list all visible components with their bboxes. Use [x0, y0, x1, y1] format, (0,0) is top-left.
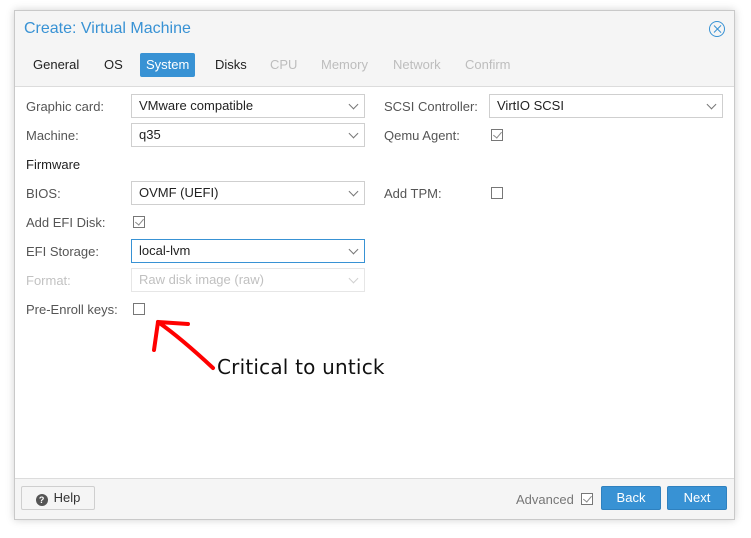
- bios-select[interactable]: OVMF (UEFI): [131, 181, 365, 205]
- efi-storage-value: local-lvm: [139, 243, 191, 258]
- bios-label: BIOS:: [26, 186, 61, 201]
- next-button[interactable]: Next: [667, 486, 727, 510]
- scsi-controller-label: SCSI Controller:: [384, 99, 478, 114]
- help-label: Help: [53, 490, 81, 505]
- tab-confirm: Confirm: [465, 57, 511, 72]
- advanced-label: Advanced: [516, 492, 574, 507]
- advanced-checkbox[interactable]: [581, 493, 593, 505]
- chevron-down-icon[interactable]: [348, 99, 359, 110]
- add-efi-disk-checkbox[interactable]: [133, 216, 145, 228]
- dialog-footer: ? Help Advanced Back Next: [15, 478, 734, 519]
- chevron-down-icon[interactable]: [348, 186, 359, 197]
- scsi-controller-value: VirtIO SCSI: [497, 98, 564, 113]
- machine-value: q35: [139, 127, 161, 142]
- graphic-card-select[interactable]: VMware compatible: [131, 94, 365, 118]
- qemu-agent-checkbox[interactable]: [491, 129, 503, 141]
- dialog-title: Create: Virtual Machine: [24, 20, 191, 37]
- firmware-heading: Firmware: [26, 157, 81, 172]
- tab-general[interactable]: General: [27, 53, 85, 77]
- tab-disks[interactable]: Disks: [209, 53, 253, 77]
- efi-storage-select[interactable]: local-lvm: [131, 239, 365, 263]
- scsi-controller-select[interactable]: VirtIO SCSI: [489, 94, 723, 118]
- tab-cpu: CPU: [270, 57, 298, 72]
- format-value: Raw disk image (raw): [139, 272, 264, 287]
- qemu-agent-label: Qemu Agent:: [384, 128, 460, 143]
- efi-storage-label: EFI Storage:: [26, 244, 99, 259]
- chevron-down-icon[interactable]: [706, 99, 717, 110]
- wizard-tabs: General OS System Disks CPU Memory Netwo…: [15, 49, 734, 87]
- format-select: Raw disk image (raw): [131, 268, 365, 292]
- annotation-text: Critical to untick: [217, 355, 385, 379]
- machine-select[interactable]: q35: [131, 123, 365, 147]
- close-icon[interactable]: [709, 21, 725, 37]
- help-button[interactable]: ? Help: [21, 486, 95, 510]
- add-efi-disk-label: Add EFI Disk:: [26, 215, 106, 230]
- machine-label: Machine:: [26, 128, 79, 143]
- tab-network: Network: [393, 57, 441, 72]
- chevron-down-icon[interactable]: [348, 244, 359, 255]
- format-label: Format:: [26, 273, 71, 288]
- dialog-titlebar: Create: Virtual Machine: [15, 11, 734, 49]
- red-arrow-annotation: [152, 320, 215, 370]
- bios-value: OVMF (UEFI): [139, 185, 219, 200]
- add-tpm-checkbox[interactable]: [491, 187, 503, 199]
- pre-enroll-keys-checkbox[interactable]: [133, 303, 145, 315]
- question-icon: ?: [35, 494, 48, 506]
- back-button[interactable]: Back: [601, 486, 661, 510]
- graphic-card-value: VMware compatible: [139, 98, 254, 113]
- chevron-down-icon: [348, 273, 359, 284]
- add-tpm-label: Add TPM:: [384, 186, 442, 201]
- tab-os[interactable]: OS: [98, 53, 129, 77]
- graphic-card-label: Graphic card:: [26, 99, 105, 114]
- create-vm-dialog: Create: Virtual Machine General OS Syste…: [14, 10, 735, 520]
- tab-system[interactable]: System: [140, 53, 196, 77]
- pre-enroll-keys-label: Pre-Enroll keys:: [26, 302, 118, 317]
- chevron-down-icon[interactable]: [348, 128, 359, 139]
- tab-memory: Memory: [321, 57, 368, 72]
